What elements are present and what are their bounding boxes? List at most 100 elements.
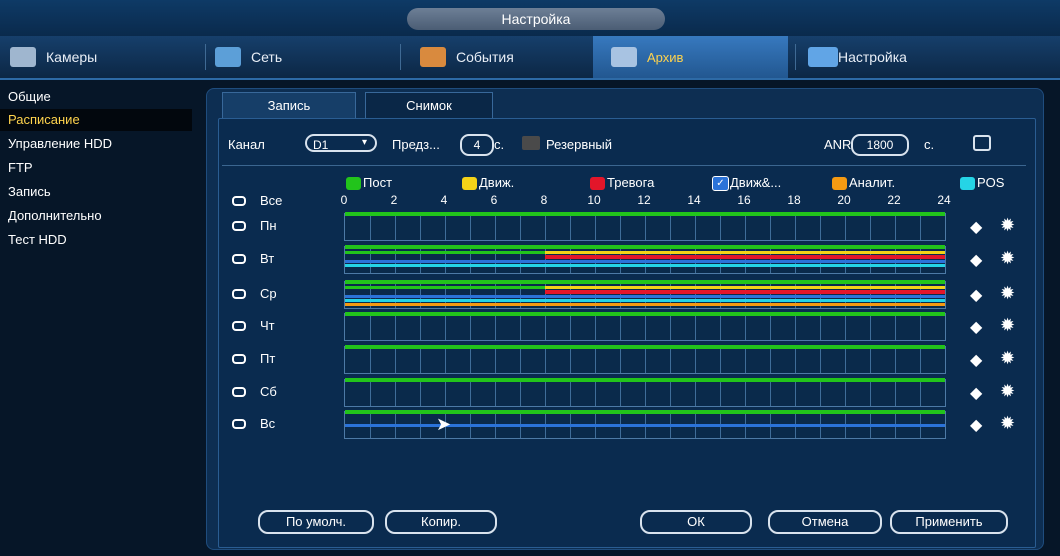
hour-grid-line bbox=[645, 314, 646, 340]
hour-tick-label: 10 bbox=[587, 193, 601, 207]
hour-grid-line bbox=[595, 314, 596, 340]
hour-grid-line bbox=[870, 347, 871, 373]
sidebar-item-record[interactable]: Запись bbox=[8, 181, 51, 203]
legend-checkbox-motion-alarm[interactable]: ✓ bbox=[712, 176, 729, 191]
gear-icon[interactable]: ✹ bbox=[1000, 283, 1015, 304]
day-timeline[interactable] bbox=[344, 345, 946, 374]
day-timeline[interactable] bbox=[344, 378, 946, 407]
hour-grid-line bbox=[570, 214, 571, 240]
prerecord-unit: с. bbox=[494, 137, 505, 152]
sidebar-item-ftp[interactable]: FTP bbox=[8, 157, 33, 179]
anr-value: 1800 bbox=[866, 138, 894, 152]
record-bar-post bbox=[345, 280, 945, 284]
hour-grid-line bbox=[370, 314, 371, 340]
hour-grid-line bbox=[895, 347, 896, 373]
gear-icon[interactable]: ✹ bbox=[1000, 348, 1015, 369]
lock-icon[interactable] bbox=[232, 320, 246, 331]
eraser-icon[interactable]: ◆ bbox=[970, 217, 982, 237]
legend-swatch-motion bbox=[462, 177, 477, 190]
archive-icon bbox=[611, 47, 637, 67]
hour-grid-line bbox=[595, 380, 596, 406]
hour-tick-label: 0 bbox=[340, 193, 348, 207]
record-bar-motion-alarm bbox=[345, 424, 945, 427]
gear-icon[interactable]: ✹ bbox=[1000, 215, 1015, 236]
eraser-icon[interactable]: ◆ bbox=[970, 250, 982, 270]
gear-icon[interactable]: ✹ bbox=[1000, 381, 1015, 402]
hour-grid-line bbox=[670, 314, 671, 340]
link-icon[interactable] bbox=[232, 253, 246, 264]
hour-tick-label: 20 bbox=[837, 193, 851, 207]
eraser-icon[interactable]: ◆ bbox=[970, 285, 982, 305]
legend-swatch-post bbox=[346, 177, 361, 190]
tab-network[interactable]: Сеть bbox=[215, 36, 395, 78]
ok-button[interactable]: ОК bbox=[640, 510, 752, 534]
hour-grid-line bbox=[620, 347, 621, 373]
copy-button[interactable]: Копир. bbox=[385, 510, 497, 534]
record-bar-alarm bbox=[545, 255, 945, 259]
legend-label-pos: POS bbox=[977, 175, 1005, 190]
all-days-toggle[interactable]: Все bbox=[232, 193, 282, 208]
record-bar-post bbox=[345, 212, 945, 216]
eraser-icon[interactable]: ◆ bbox=[970, 317, 982, 337]
gear-icon[interactable]: ✹ bbox=[1000, 315, 1015, 336]
sidebar-item-schedule[interactable]: Расписание bbox=[0, 109, 192, 131]
hour-grid-line bbox=[720, 314, 721, 340]
lock-icon bbox=[232, 195, 246, 206]
gear-icon[interactable]: ✹ bbox=[1000, 413, 1015, 434]
prerecord-label: Предз... bbox=[392, 137, 440, 152]
hour-grid-line bbox=[820, 214, 821, 240]
day-row-label[interactable]: Пн bbox=[232, 218, 277, 233]
day-row-label[interactable]: Вс bbox=[232, 416, 275, 431]
anr-label: ANR bbox=[824, 137, 852, 152]
lock-icon[interactable] bbox=[232, 386, 246, 397]
cancel-button[interactable]: Отмена bbox=[768, 510, 882, 534]
gear-icon[interactable]: ✹ bbox=[1000, 248, 1015, 269]
eraser-icon[interactable]: ◆ bbox=[970, 383, 982, 403]
link-icon[interactable] bbox=[232, 288, 246, 299]
lock-icon[interactable] bbox=[232, 418, 246, 429]
hour-grid-line bbox=[870, 380, 871, 406]
tab-settings[interactable]: Настройка bbox=[808, 36, 988, 78]
day-timeline[interactable] bbox=[344, 312, 946, 341]
anr-input[interactable]: 1800 bbox=[851, 134, 909, 156]
default-button[interactable]: По умолч. bbox=[258, 510, 374, 534]
day-label: Вт bbox=[260, 251, 275, 266]
eraser-icon[interactable]: ◆ bbox=[970, 415, 982, 435]
day-row-label[interactable]: Ср bbox=[232, 286, 277, 301]
tab-archive[interactable]: Архив bbox=[593, 36, 788, 78]
record-bar-motion-alarm bbox=[345, 260, 945, 263]
lock-icon[interactable] bbox=[232, 220, 246, 231]
sidebar: Общие Расписание Управление HDD FTP Запи… bbox=[0, 80, 200, 556]
mouse-cursor-icon: ➤ bbox=[436, 414, 452, 434]
anr-checkbox[interactable] bbox=[973, 135, 991, 151]
hour-grid-line bbox=[795, 380, 796, 406]
prerecord-value: 4 bbox=[473, 138, 481, 152]
day-row-label[interactable]: Чт bbox=[232, 318, 275, 333]
day-timeline[interactable] bbox=[344, 245, 946, 274]
lock-icon[interactable] bbox=[232, 353, 246, 364]
day-row-label[interactable]: Вт bbox=[232, 251, 274, 266]
dropdown-arrow-icon: ▾ bbox=[362, 137, 368, 148]
apply-button[interactable]: Применить bbox=[890, 510, 1008, 534]
tab-cameras[interactable]: Камеры bbox=[10, 36, 200, 78]
sidebar-item-advanced[interactable]: Дополнительно bbox=[8, 205, 102, 227]
day-row-label[interactable]: Пт bbox=[232, 351, 275, 366]
day-timeline[interactable] bbox=[344, 410, 946, 439]
tab-divider bbox=[400, 44, 401, 70]
day-timeline[interactable] bbox=[344, 212, 946, 241]
tab-events[interactable]: События bbox=[420, 36, 590, 78]
sidebar-item-hdd-test[interactable]: Тест HDD bbox=[8, 229, 67, 251]
legend-label-analytics: Аналит. bbox=[849, 175, 896, 190]
prerecord-input[interactable]: 4 bbox=[460, 134, 494, 156]
record-bar-post bbox=[345, 286, 545, 289]
sidebar-item-general[interactable]: Общие bbox=[8, 86, 51, 108]
day-label: Пт bbox=[260, 351, 276, 366]
subtab-snapshot[interactable]: Снимок bbox=[365, 92, 493, 119]
redundancy-checkbox[interactable] bbox=[522, 136, 540, 150]
day-timeline[interactable] bbox=[344, 280, 946, 309]
sidebar-item-hdd-management[interactable]: Управление HDD bbox=[8, 133, 112, 155]
eraser-icon[interactable]: ◆ bbox=[970, 350, 982, 370]
subtab-record[interactable]: Запись bbox=[222, 92, 356, 119]
hour-grid-line bbox=[820, 347, 821, 373]
day-row-label[interactable]: Сб bbox=[232, 384, 277, 399]
